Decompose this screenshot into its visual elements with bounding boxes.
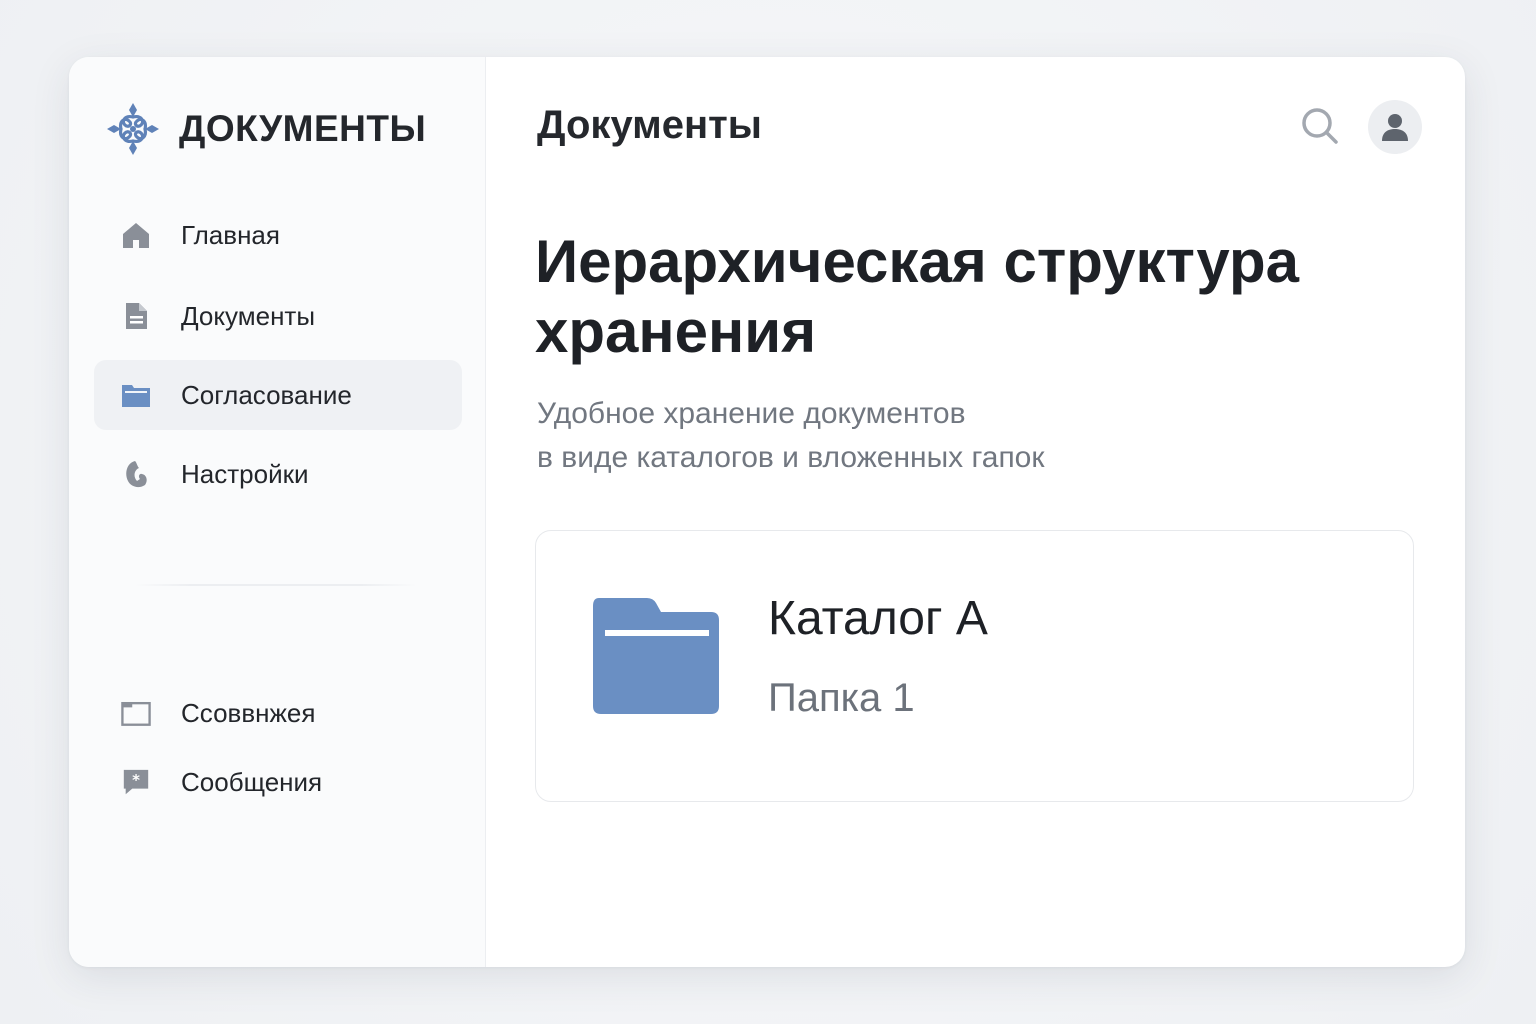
headline: Иерархическая структура хранения (535, 228, 1299, 365)
sidebar-item-documents[interactable]: Документы (94, 281, 462, 351)
subtitle-line-2: в виде каталогов и вложенных гапок (537, 441, 1045, 474)
sidebar-item-label: Ссоввнжея (181, 697, 316, 728)
sidebar-item-label: Документы (181, 300, 316, 331)
ornament-logo-icon (107, 103, 159, 155)
card-subtitle: Папка 1 (768, 676, 915, 720)
search-button[interactable] (1299, 105, 1341, 147)
document-icon (121, 301, 151, 331)
sidebar-item-messages[interactable]: * Сообщения (94, 747, 462, 817)
main-content: Документы Иерархическая структура хранен… (487, 57, 1465, 967)
folder-icon (593, 598, 719, 714)
sidebar-divider (135, 584, 417, 586)
svg-text:*: * (132, 771, 140, 789)
catalog-card[interactable]: Каталог А Папка 1 (535, 530, 1414, 802)
message-icon: * (121, 767, 151, 797)
page-title: Документы (537, 103, 762, 147)
window-icon (121, 698, 151, 728)
sidebar-item-label: Сообщения (181, 766, 323, 797)
app-window: ДОКУМЕНТЫ Главная Документы Согласование… (69, 57, 1465, 967)
sidebar-item-home[interactable]: Главная (94, 200, 462, 270)
sidebar-item-window[interactable]: Ссоввнжея (94, 678, 462, 748)
sidebar-item-settings[interactable]: Настройки (94, 439, 462, 509)
user-avatar-button[interactable] (1368, 100, 1422, 154)
subtitle-line-1: Удобное хранение документов (537, 397, 966, 430)
search-icon (1302, 108, 1338, 144)
card-title: Каталог А (768, 592, 988, 645)
home-icon (121, 220, 151, 250)
folder-icon (121, 380, 151, 410)
sidebar: ДОКУМЕНТЫ Главная Документы Согласование… (69, 57, 486, 967)
sidebar-item-label: Согласование (181, 379, 352, 410)
brand[interactable]: ДОКУМЕНТЫ (105, 101, 426, 157)
sidebar-item-approval[interactable]: Согласование (94, 360, 462, 430)
brand-title: ДОКУМЕНТЫ (179, 108, 427, 149)
settings-icon (121, 459, 151, 489)
sidebar-item-label: Настройки (181, 458, 309, 489)
subtitle: Удобное хранение документов в виде катал… (537, 392, 1337, 480)
sidebar-item-label: Главная (181, 219, 280, 250)
user-icon (1382, 114, 1408, 141)
